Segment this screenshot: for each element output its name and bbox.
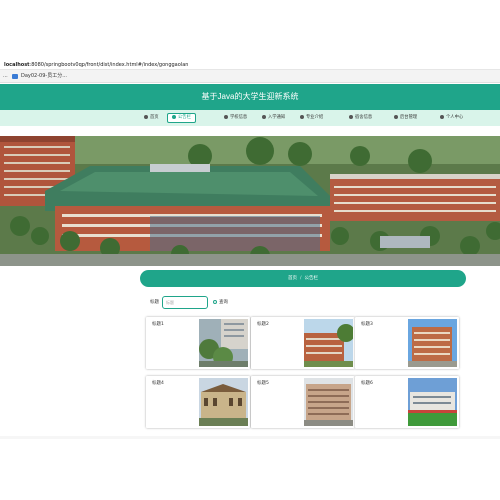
notice-card[interactable]: 标题3 [355,317,459,369]
search-icon [213,299,217,304]
nav-item-school-info[interactable]: 学校信息 [220,113,251,123]
notice-card-image [199,378,248,426]
search-label: 标题 [150,300,159,305]
user-icon [440,114,444,119]
breadcrumb-separator: / [299,276,302,281]
nav-item-label: 后台管理 [400,115,418,120]
notice-card-title: 标题3 [361,322,373,327]
nav-item-label: 入学通知 [268,115,286,120]
url-host: localhost [4,62,30,68]
nav-item-dorm-info[interactable]: 宿舍信息 [345,113,376,123]
notice-card-image [408,319,457,367]
nav-item-notice[interactable]: 公告栏 [167,113,196,123]
search-button[interactable]: 查询 [213,296,228,309]
nav-item-profile[interactable]: 个人中心 [436,113,467,123]
notification-icon [262,114,266,119]
bookmark-item[interactable]: Day02-09-员工分... [21,70,67,83]
next-row-edge [0,436,500,439]
nav-item-home[interactable]: 首页 [140,113,163,123]
notice-card[interactable]: 标题5 [251,376,355,428]
campus-banner-image [0,136,500,266]
notice-card-title: 标题1 [152,322,164,327]
nav-item-label: 宿舍信息 [355,115,373,120]
nav-item-label: 公告栏 [178,115,191,120]
admin-icon [394,114,398,119]
notice-card-image [304,319,353,367]
nav-item-label: 专业介绍 [306,115,324,120]
notice-card[interactable]: 标题1 [146,317,250,369]
search-input[interactable]: 标题 [162,296,208,309]
notice-card-image [199,319,248,367]
notice-card-title: 标题2 [257,322,269,327]
site-title: 基于Java的大学生迎新系统 [201,92,299,101]
breadcrumb: 首页 / 公告栏 [140,270,466,287]
search-button-label: 查询 [219,300,228,305]
notice-card-title: 标题4 [152,381,164,386]
more-bookmarks-dots[interactable]: ... [3,70,8,83]
address-bar[interactable]: localhost:8080/springbootv0qp/front/dist… [0,60,500,70]
notice-card[interactable]: 标题2 [251,317,355,369]
notice-card-image [408,378,457,426]
home-icon [144,114,148,119]
notice-icon [172,114,176,119]
url-path: :8080/springbootv0qp/front/dist/index.ht… [29,62,189,68]
school-icon [224,114,228,119]
nav-item-admission-notice[interactable]: 入学通知 [258,113,289,123]
notice-card[interactable]: 标题4 [146,376,250,428]
nav-item-label: 个人中心 [446,115,464,120]
notice-card-image [304,378,353,426]
notice-card[interactable]: 标题6 [355,376,459,428]
notice-card-title: 标题5 [257,381,269,386]
major-icon [300,114,304,119]
folder-icon [12,74,18,79]
nav-item-admin[interactable]: 后台管理 [390,113,421,123]
dorm-icon [349,114,353,119]
bookmarks-bar: ... Day02-09-员工分... [0,70,500,83]
nav-item-majors[interactable]: 专业介绍 [296,113,327,123]
breadcrumb-current: 公告栏 [304,276,319,281]
site-header: 基于Java的大学生迎新系统 [0,84,500,110]
nav-item-label: 学校信息 [230,115,248,120]
notice-card-title: 标题6 [361,381,373,386]
breadcrumb-home[interactable]: 首页 [288,276,297,281]
main-nav: 首页 公告栏 学校信息 入学通知 专业介绍 宿舍信息 后台管理 个人中心 [0,110,500,126]
nav-item-label: 首页 [150,115,159,120]
